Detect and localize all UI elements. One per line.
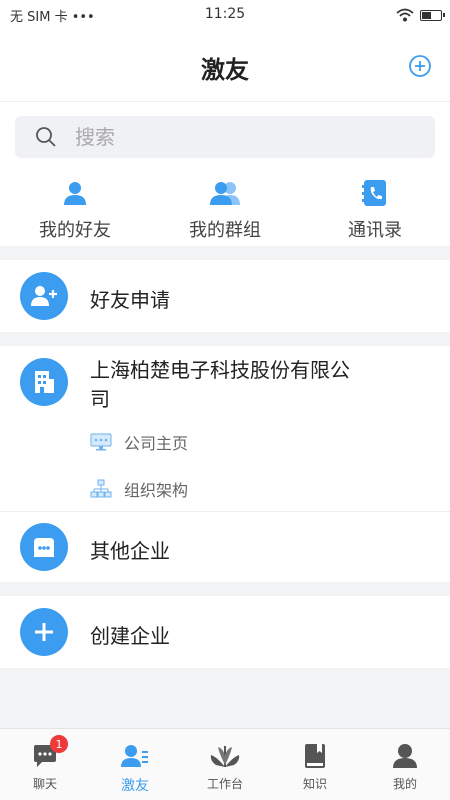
status-indicators bbox=[396, 8, 445, 22]
tab-chat-label: 聊天 bbox=[32, 777, 57, 791]
org-structure-label: 组织架构 bbox=[124, 481, 189, 500]
monitor-icon bbox=[90, 433, 112, 451]
search-box[interactable] bbox=[15, 116, 435, 158]
tab-contacts[interactable]: 激友 bbox=[90, 741, 180, 795]
company-home-label: 公司主页 bbox=[124, 434, 189, 453]
search-icon bbox=[36, 127, 56, 147]
search-section bbox=[0, 102, 450, 172]
search-input[interactable] bbox=[75, 125, 375, 149]
company-home-link[interactable]: 公司主页 bbox=[90, 430, 188, 454]
battery-icon bbox=[420, 9, 445, 21]
my-friends-label: 我的好友 bbox=[39, 220, 111, 241]
company-section: 上海柏楚电子科技股份有限公 司 公司主页 组织架构 其他企业 bbox=[0, 346, 450, 582]
workbench-icon bbox=[210, 746, 240, 767]
tab-knowledge[interactable]: 知识 bbox=[270, 741, 360, 792]
phonebook-button[interactable]: 通讯录 bbox=[300, 178, 450, 242]
plus-icon bbox=[20, 608, 68, 656]
building-icon bbox=[20, 358, 68, 406]
friend-request-row[interactable]: 好友申请 bbox=[0, 260, 450, 332]
contacts-icon bbox=[121, 745, 148, 767]
tab-workbench-label: 工作台 bbox=[206, 777, 243, 791]
tab-workbench[interactable]: 工作台 bbox=[180, 741, 270, 792]
page-title: 激友 bbox=[201, 56, 249, 84]
status-bar: 无 SIM 卡 ••• 11:25 bbox=[0, 0, 450, 30]
company-name-line1: 上海柏楚电子科技股份有限公 bbox=[90, 358, 350, 382]
tab-me-label: 我的 bbox=[392, 777, 417, 791]
my-groups-button[interactable]: 我的群组 bbox=[150, 178, 300, 242]
my-friends-button[interactable]: 我的好友 bbox=[0, 178, 150, 242]
chat-badge: 1 bbox=[50, 735, 68, 753]
phonebook-icon bbox=[362, 180, 386, 206]
add-circle-icon[interactable] bbox=[408, 54, 432, 78]
tab-bar: 1 聊天 激友 工作台 知识 我的 bbox=[0, 728, 450, 800]
phonebook-label: 通讯录 bbox=[348, 220, 402, 241]
wifi-icon bbox=[396, 8, 414, 22]
enterprise-icon bbox=[20, 523, 68, 571]
group-icon bbox=[210, 182, 240, 205]
create-enterprise-label: 创建企业 bbox=[90, 624, 170, 648]
add-person-icon bbox=[20, 272, 68, 320]
other-enterprise-label[interactable]: 其他企业 bbox=[90, 535, 170, 564]
tab-contacts-label: 激友 bbox=[121, 778, 149, 794]
tab-me[interactable]: 我的 bbox=[360, 741, 450, 792]
header: 激友 bbox=[0, 30, 450, 102]
my-groups-label: 我的群组 bbox=[189, 220, 261, 241]
create-enterprise-row[interactable]: 创建企业 bbox=[0, 596, 450, 668]
tab-knowledge-label: 知识 bbox=[302, 777, 327, 791]
org-structure-link[interactable]: 组织架构 bbox=[90, 477, 188, 501]
quick-actions: 我的好友 我的群组 通讯录 bbox=[0, 172, 450, 246]
company-name-line2: 司 bbox=[90, 387, 110, 411]
tab-chat[interactable]: 1 聊天 bbox=[0, 735, 90, 792]
status-time: 11:25 bbox=[204, 6, 246, 22]
person-icon bbox=[64, 182, 86, 205]
friend-request-label: 好友申请 bbox=[90, 288, 170, 312]
divider bbox=[0, 511, 450, 512]
book-icon bbox=[305, 744, 325, 768]
profile-icon bbox=[393, 744, 417, 768]
company-name[interactable]: 上海柏楚电子科技股份有限公 司 bbox=[90, 356, 350, 414]
org-chart-icon bbox=[90, 479, 112, 498]
